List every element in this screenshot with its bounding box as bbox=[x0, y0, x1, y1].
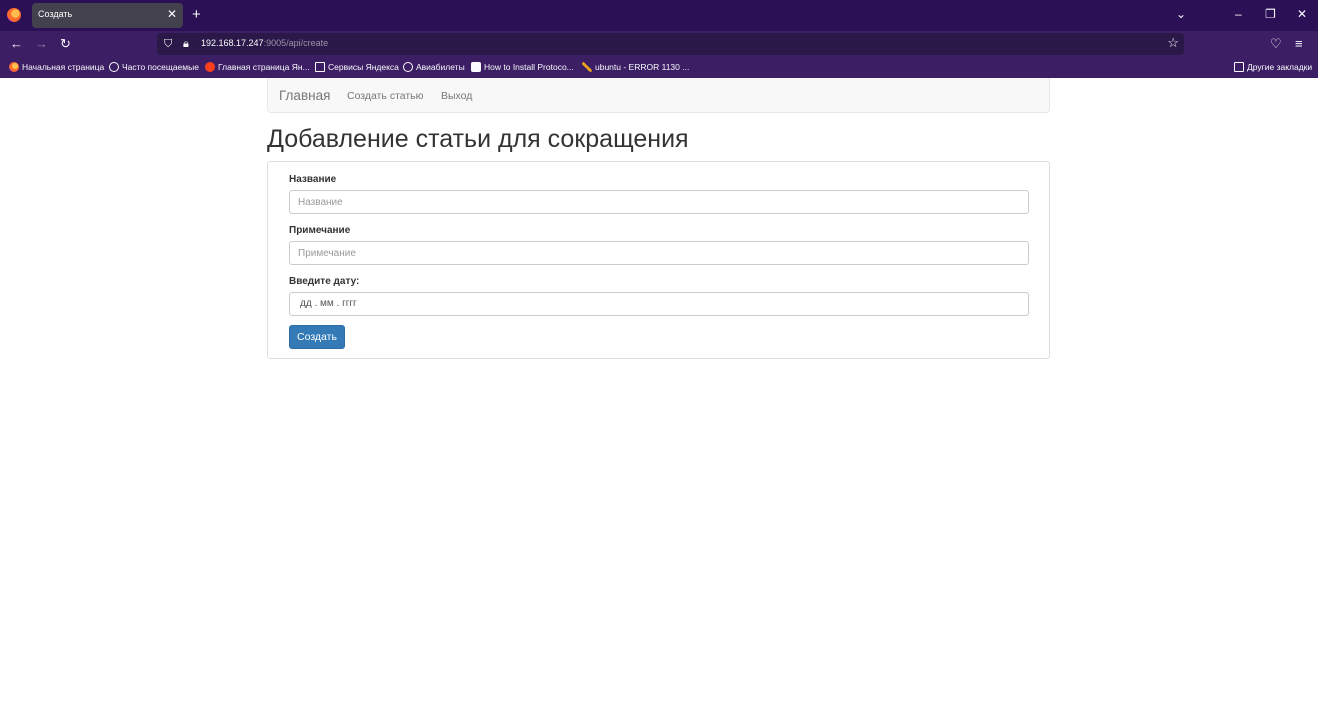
lock-icon[interactable]: 🔒︎ bbox=[183, 36, 189, 52]
close-window-icon[interactable]: ✕ bbox=[1297, 6, 1307, 22]
gear-icon bbox=[109, 62, 119, 72]
article-form-panel: Название Примечание Введите дату: дд . м… bbox=[267, 161, 1050, 359]
note-label: Примечание bbox=[289, 225, 351, 236]
bookmark-label: Начальная страница bbox=[22, 62, 105, 72]
pocket-icon[interactable]: ♡ bbox=[1270, 36, 1282, 52]
tab-title: Создать bbox=[38, 9, 73, 19]
site-icon bbox=[471, 62, 481, 72]
reload-icon[interactable]: ↻ bbox=[60, 36, 71, 52]
bookmark-howto[interactable]: How to Install Protoco... bbox=[471, 62, 574, 72]
minimize-icon[interactable]: – bbox=[1235, 6, 1242, 22]
create-button[interactable]: Создать bbox=[289, 325, 345, 349]
browser-tab[interactable]: Создать ✕ bbox=[32, 3, 183, 28]
site-navbar: Главная Создать статью Выход bbox=[267, 78, 1050, 113]
date-label: Введите дату: bbox=[289, 276, 360, 287]
tab-list-icon[interactable]: ⌄ bbox=[1176, 6, 1186, 22]
bookmark-yandex[interactable]: Главная страница Ян... bbox=[205, 62, 310, 72]
bookmark-label: ubuntu - ERROR 1130 ... bbox=[595, 62, 690, 72]
app-menu-icon[interactable]: ≡ bbox=[1295, 36, 1303, 52]
bookmarks-toolbar: Начальная страница Часто посещаемые Глав… bbox=[0, 58, 1318, 78]
browser-toolbar: ← → ↻ ⛉ 🔒︎ 192.168.17.247:9005/api/creat… bbox=[0, 31, 1318, 58]
firefox-menu-icon[interactable] bbox=[7, 8, 21, 22]
folder-icon bbox=[1234, 62, 1244, 72]
nav-create-article[interactable]: Создать статью bbox=[347, 90, 424, 102]
bookmark-label: Сервисы Яндекса bbox=[328, 62, 399, 72]
url-path: :9005/api/create bbox=[263, 38, 329, 48]
bookmark-ubuntu[interactable]: ubuntu - ERROR 1130 ... bbox=[582, 62, 689, 72]
url-host: 192.168.17.247 bbox=[201, 38, 264, 48]
name-input[interactable] bbox=[289, 190, 1029, 214]
tab-close-icon[interactable]: ✕ bbox=[167, 7, 177, 21]
back-icon[interactable]: ← bbox=[10, 36, 23, 52]
folder-icon bbox=[315, 62, 325, 72]
url-bar[interactable]: ⛉ 🔒︎ 192.168.17.247:9005/api/create ☆ bbox=[157, 33, 1184, 55]
restore-icon[interactable]: ❐ bbox=[1265, 6, 1276, 22]
firefox-icon bbox=[9, 62, 19, 72]
new-tab-icon[interactable]: + bbox=[192, 6, 201, 23]
date-input[interactable]: дд . мм . гггг bbox=[289, 292, 1029, 316]
bookmark-label: Авиабилеты bbox=[416, 62, 465, 72]
other-bookmarks[interactable]: Другие закладки bbox=[1234, 62, 1312, 72]
tool-icon bbox=[582, 62, 592, 72]
note-input[interactable] bbox=[289, 241, 1029, 265]
page-title: Добавление статьи для сокращения bbox=[267, 125, 689, 153]
tab-bar: Создать ✕ + ⌄ – ❐ ✕ bbox=[0, 0, 1318, 31]
bookmark-most-visited[interactable]: Часто посещаемые bbox=[109, 62, 199, 72]
nav-logout[interactable]: Выход bbox=[441, 90, 472, 102]
name-label: Название bbox=[289, 174, 337, 185]
bookmark-home[interactable]: Начальная страница bbox=[9, 62, 104, 72]
bookmark-star-icon[interactable]: ☆ bbox=[1167, 35, 1179, 51]
other-bookmarks-label: Другие закладки bbox=[1247, 62, 1313, 72]
bookmark-label: Часто посещаемые bbox=[122, 62, 199, 72]
yandex-icon bbox=[205, 62, 215, 72]
bookmark-yandex-services[interactable]: Сервисы Яндекса bbox=[315, 62, 399, 72]
bookmark-avia[interactable]: Авиабилеты bbox=[403, 62, 465, 72]
globe-icon bbox=[403, 62, 413, 72]
bookmark-label: Главная страница Ян... bbox=[218, 62, 310, 72]
forward-icon[interactable]: → bbox=[35, 36, 48, 52]
date-placeholder: дд . мм . гггг bbox=[300, 298, 357, 309]
tracking-shield-icon[interactable]: ⛉ bbox=[164, 36, 172, 52]
brand-link[interactable]: Главная bbox=[279, 88, 330, 103]
url-text[interactable]: 192.168.17.247:9005/api/create bbox=[201, 38, 328, 48]
bookmark-label: How to Install Protoco... bbox=[484, 62, 574, 72]
